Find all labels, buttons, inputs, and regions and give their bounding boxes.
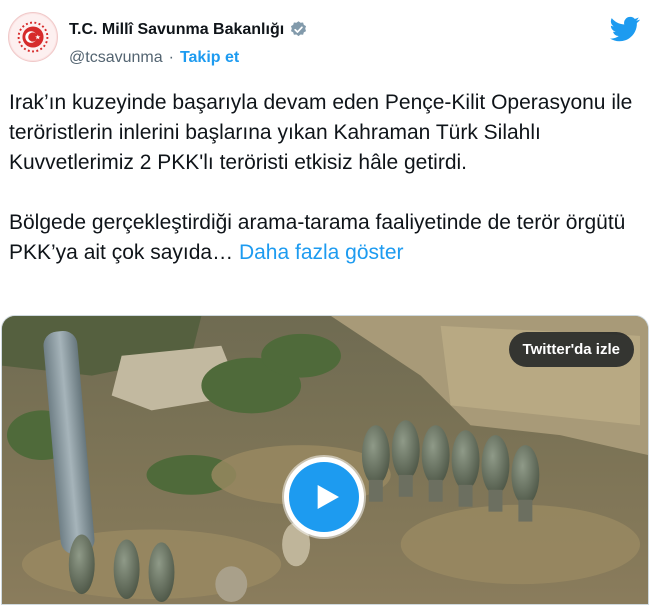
handle[interactable]: @tcsavunma xyxy=(69,49,163,67)
tweet-paragraph-1: Irak’ın kuzeyinde başarıyla devam eden P… xyxy=(9,91,639,174)
ministry-emblem-icon xyxy=(9,13,57,61)
twitter-bird-icon[interactable] xyxy=(610,14,640,44)
play-icon xyxy=(317,485,339,509)
video-thumbnail[interactable]: Twitter'da izle xyxy=(1,315,649,605)
handle-row: @tcsavunma · Takip et xyxy=(69,49,239,67)
separator-dot: · xyxy=(168,49,174,66)
play-button[interactable] xyxy=(284,457,364,537)
author-name-row: T.C. Millî Savunma Bakanlığı xyxy=(69,20,308,39)
tweet-card: T.C. Millî Savunma Bakanlığı @tcsavunma … xyxy=(0,0,652,605)
watch-on-twitter-button[interactable]: Twitter'da izle xyxy=(508,332,634,367)
display-name[interactable]: T.C. Millî Savunma Bakanlığı xyxy=(69,21,284,39)
show-more-link[interactable]: Daha fazla göster xyxy=(239,241,404,264)
follow-button[interactable]: Takip et xyxy=(180,49,239,67)
play-button-inner xyxy=(289,462,359,532)
tweet-text: Irak’ın kuzeyinde başarıyla devam eden P… xyxy=(9,88,644,268)
avatar[interactable] xyxy=(8,12,58,62)
verified-badge-icon xyxy=(291,21,307,37)
